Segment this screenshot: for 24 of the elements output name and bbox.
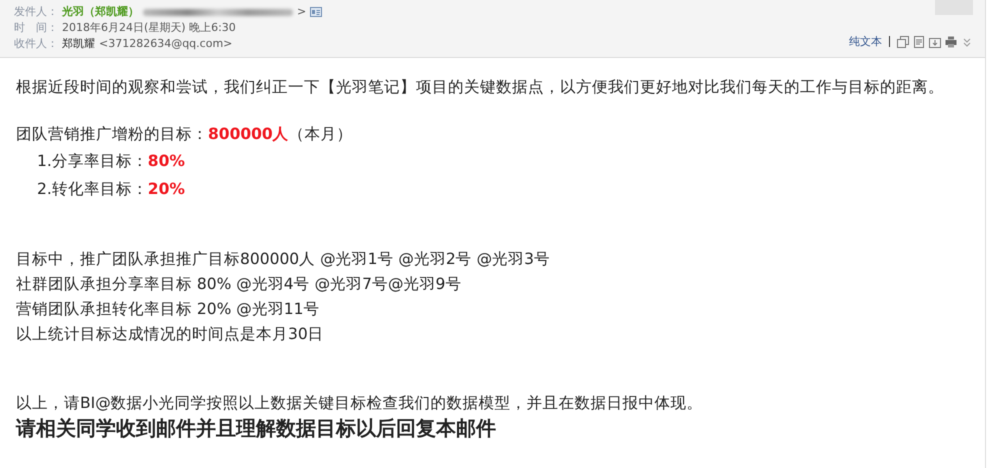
field-label: 收件人： bbox=[14, 36, 58, 52]
window-icon[interactable] bbox=[897, 36, 909, 48]
closing-request: 请相关同学收到邮件并且理解数据目标以后回复本邮件 bbox=[16, 416, 497, 440]
address-bracket: > bbox=[297, 4, 306, 20]
field-label: 发件人： bbox=[14, 4, 58, 20]
note-icon[interactable] bbox=[913, 36, 925, 48]
body-text: 社群团队承担分享率目标 80% @光羽4号 @光羽7号@光羽9号 bbox=[16, 274, 462, 295]
chevron-down-icon[interactable] bbox=[961, 36, 973, 48]
list-item: 1.分享率目标：80% bbox=[36, 151, 186, 172]
print-icon[interactable] bbox=[945, 36, 957, 48]
body-text: 根据近段时间的观察和尝试，我们纠正一下【光羽笔记】项目的关键数据点，以方便我们更好地对比我们每天的工作与目标的距离。 bbox=[16, 77, 945, 98]
field-label: 时 间： bbox=[14, 20, 58, 36]
body-text: 团队营销推广增粉的目标：800000人（本月） bbox=[16, 124, 354, 145]
recipient-name[interactable]: 郑凯耀 bbox=[62, 36, 95, 52]
list-item: 2.转化率目标：20% bbox=[36, 179, 186, 200]
plain-text-link[interactable]: 纯文本 bbox=[849, 34, 882, 49]
sent-time: 2018年6月24日(星期天) 晚上6:30 bbox=[62, 20, 236, 36]
body-text: 目标中，推广团队承担推广目标800000人 @光羽1号 @光羽2号 @光羽3号 bbox=[16, 249, 552, 270]
recipient-address: <371282634@qq.com> bbox=[99, 36, 232, 52]
body-text: 以上统计目标达成情况的时间点是本月30日 bbox=[16, 324, 325, 345]
download-icon[interactable] bbox=[929, 36, 941, 48]
contact-card-icon[interactable] bbox=[310, 6, 322, 18]
body-text: 以上，请BI@数据小光同学按照以上数据关键目标检查我们的数据模型，并且在数据日报中体现。 bbox=[16, 393, 704, 414]
body-text: 营销团队承担转化率目标 20% @光羽11号 bbox=[16, 299, 321, 320]
